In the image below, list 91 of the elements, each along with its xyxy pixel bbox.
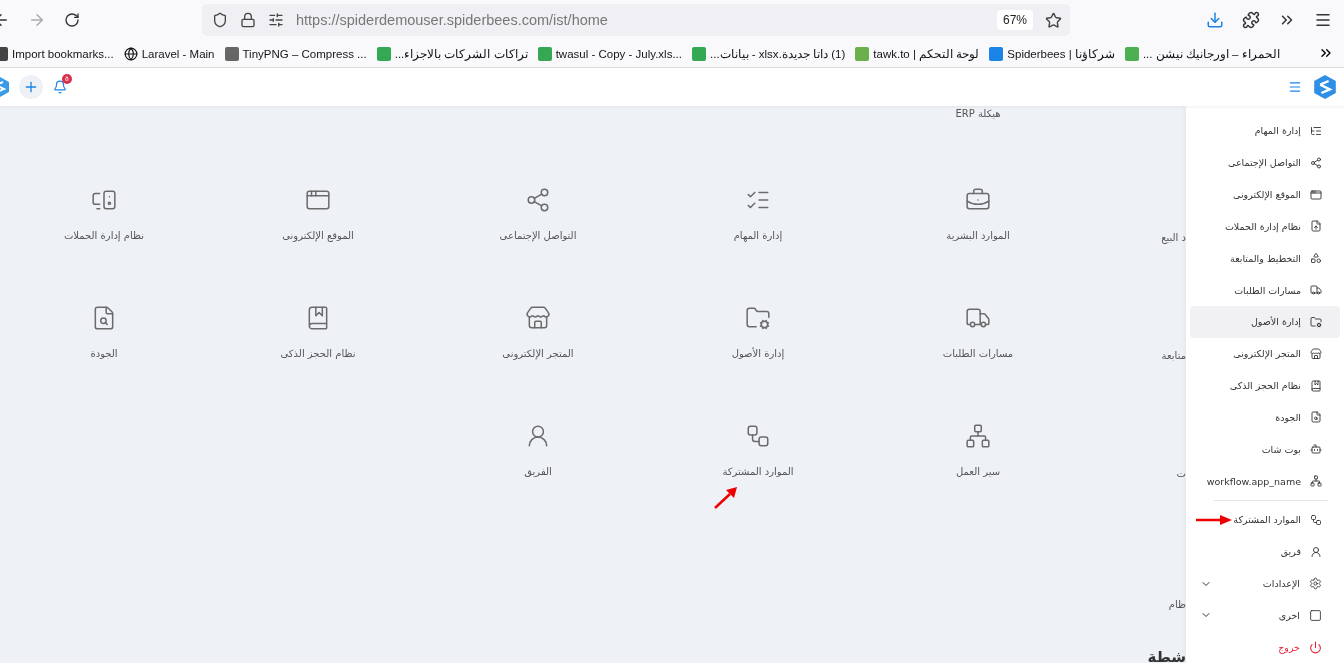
app-icon [965, 423, 991, 449]
add-button[interactable] [19, 75, 43, 99]
app-tile[interactable]: إدارة الأصول [731, 305, 785, 359]
menu-item-icon [1310, 156, 1322, 169]
power-icon [1309, 640, 1322, 654]
menu-item-icon [1310, 124, 1322, 137]
menu-item-icon [1310, 188, 1322, 201]
app-icon [525, 187, 551, 213]
sidebar-item[interactable]: الإعدادات [1190, 567, 1340, 600]
sidebar-item[interactable]: الجودة [1190, 401, 1340, 434]
bookmark-link[interactable]: (1) داتا جديدة.xlsx - بيانات... [692, 46, 846, 61]
sidebar-item[interactable]: المتجر الإلكترونى [1190, 337, 1340, 370]
app-label: هيكلة ERP [955, 108, 1001, 119]
menu-item-icon [1310, 284, 1322, 297]
address-bar[interactable]: https://spiderdemouser.spiderbees.com/ist/home 67% [202, 4, 1070, 36]
app-icon [525, 305, 551, 331]
bookmark-link[interactable]: الحمراء – اورجانيك نيشن ... [1124, 46, 1280, 61]
favicon-icon [1124, 46, 1139, 61]
menu-icon[interactable] [1314, 11, 1332, 29]
app-tile[interactable]: الجودة [90, 305, 118, 359]
section-heading: شطة [1147, 648, 1186, 663]
bookmark-link[interactable]: Import bookmarks... [0, 46, 114, 61]
menu-item-icon [1310, 475, 1322, 487]
menu-item-icon [1310, 220, 1322, 233]
menu-item-icon [1310, 513, 1322, 526]
app-label: ت [1176, 468, 1186, 479]
app-tile[interactable]: الموقع الإلكترونى [282, 187, 354, 241]
sidebar-item[interactable]: نظام إدارة الحملات [1190, 210, 1340, 243]
globe-icon [123, 46, 138, 61]
app-tile[interactable]: نظام إدارة الحملات [63, 187, 145, 241]
lock-icon [240, 12, 256, 28]
app-icon [745, 305, 771, 331]
favicon-icon [855, 46, 870, 61]
app-tile[interactable]: التواصل الإجتماعى [499, 187, 577, 241]
permissions-icon[interactable] [268, 12, 284, 28]
app-tile[interactable]: الموارد المشتركة [722, 423, 794, 477]
favicon-icon [224, 46, 239, 61]
app-label: د البيع [1161, 232, 1186, 243]
zoom-level[interactable]: 67% [996, 10, 1033, 30]
bookmark-link[interactable]: TinyPNG – Compress ... [224, 46, 367, 61]
sidebar-item[interactable]: بوت شات [1190, 433, 1340, 466]
logout-item[interactable]: خروج [1190, 631, 1340, 663]
favicon-icon [692, 46, 706, 61]
app-tile[interactable]: المتجر الإلكترونى [502, 305, 574, 359]
bookmark-link[interactable]: تراكات الشركات بالاجزاء... [376, 46, 528, 61]
sidebar-item[interactable]: إدارة الأصول [1190, 305, 1340, 338]
favicon-icon [376, 46, 391, 61]
reload-icon[interactable] [64, 12, 80, 28]
notifications-button[interactable] [53, 80, 67, 94]
menu-item-icon [1310, 443, 1322, 456]
app-tile[interactable]: مسارات الطلبات [942, 305, 1014, 359]
puzzle-icon[interactable] [1242, 11, 1260, 29]
app-icon [745, 423, 771, 449]
download-icon[interactable] [1206, 11, 1224, 29]
sidebar-item[interactable]: الموقع الإلكترونى [1190, 178, 1340, 211]
app-tile[interactable]: نظام الحجز الذكى [280, 305, 356, 359]
bookmark-link[interactable]: Spiderbees | شركاؤنا [989, 46, 1115, 61]
url-text: https://spiderdemouser.spiderbees.com/ist/home [296, 12, 609, 28]
menu-item-icon [1310, 545, 1322, 558]
app-label: ظام [1167, 599, 1186, 610]
sidebar-item[interactable]: الموارد المشتركة [1190, 503, 1340, 536]
sidebar-item[interactable]: workflow.app_name [1190, 465, 1340, 497]
sidebar-item[interactable]: التواصل الإجتماعى [1190, 146, 1340, 179]
menu-item-icon [1309, 577, 1322, 590]
sidebar-item[interactable]: نظام الحجز الذكى [1190, 369, 1340, 402]
sidebar-item[interactable]: إدارة المهام [1190, 115, 1340, 147]
app-tile[interactable]: الموارد البشرية [946, 187, 1010, 241]
menu-item-icon [1309, 608, 1322, 622]
sidebar-item[interactable]: التخطيط والمتابعة [1190, 242, 1340, 275]
sidebar-item[interactable]: اخرى [1190, 599, 1340, 632]
favicon-icon [989, 46, 1004, 61]
favicon-icon [537, 46, 552, 61]
app-tile[interactable]: الفريق [524, 423, 552, 477]
bookmark-link[interactable]: Laravel - Main [123, 46, 215, 61]
shield-icon [212, 12, 228, 28]
menu-item-icon [1310, 347, 1322, 360]
bookmark-link[interactable]: tawk.to | لوحة التحكم [855, 46, 980, 61]
sidebar-item[interactable]: فريق [1190, 535, 1340, 568]
bell-icon [53, 80, 67, 94]
plus-icon [23, 79, 39, 95]
app-tile[interactable]: سير العمل [955, 423, 1001, 477]
app-tile[interactable]: إدارة المهام [733, 187, 783, 241]
menu-item-icon [1310, 379, 1322, 392]
logo-icon [1314, 75, 1336, 99]
sidebar-item[interactable]: مسارات الطلبات [1190, 274, 1340, 306]
bookmark-link[interactable]: twasul - Copy - July.xls... [537, 46, 682, 61]
menu-item-icon [1310, 252, 1322, 265]
menu-item-icon [1310, 315, 1322, 328]
app-label: متابعة [1161, 350, 1186, 361]
star-icon[interactable] [1045, 11, 1062, 29]
menu-item-icon [1310, 411, 1322, 424]
